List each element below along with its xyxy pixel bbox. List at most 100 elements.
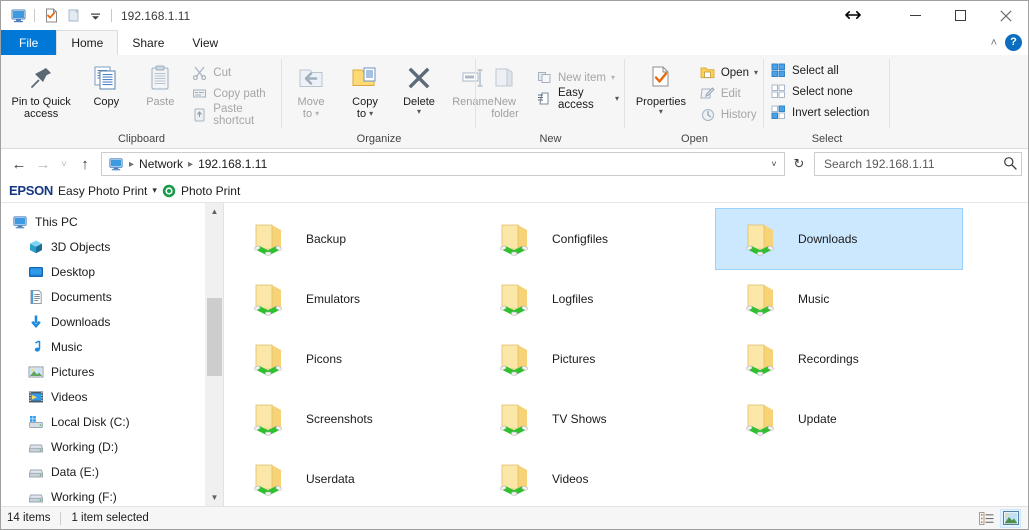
shared-folder-icon <box>246 215 294 263</box>
selection-status-label: 1 item selected <box>71 512 148 524</box>
large-icons-view-button[interactable] <box>1001 510 1020 527</box>
invert-selection-button[interactable]: Invert selection <box>766 102 873 123</box>
copy-path-button: Copy path <box>187 83 280 104</box>
search-icon[interactable] <box>1003 156 1017 173</box>
move-to-label-line1: Move <box>298 96 325 108</box>
sidebar-item-local-disk-c[interactable]: Local Disk (C:) <box>1 409 223 434</box>
sidebar-item-desktop[interactable]: Desktop <box>1 259 223 284</box>
up-button[interactable]: ↑ <box>73 152 97 176</box>
file-item-videos[interactable]: Videos <box>470 449 716 506</box>
file-item-pictures[interactable]: Pictures <box>470 329 716 389</box>
drive-icon <box>27 438 44 455</box>
copy-icon <box>91 61 121 93</box>
file-item-downloads[interactable]: Downloads <box>716 209 962 269</box>
select-none-icon <box>770 83 787 100</box>
close-button[interactable] <box>983 1 1028 30</box>
scroll-down-arrow-icon[interactable]: ▼ <box>206 489 223 506</box>
file-list-pane[interactable]: Backup Configfiles <box>224 203 1028 506</box>
sidebar-label: Data (E:) <box>51 465 99 479</box>
ribbon-group-organize: Move to ▾ Copy <box>282 55 476 148</box>
breadcrumb-separator-2[interactable]: ▸ <box>187 159 194 170</box>
sidebar-item-videos[interactable]: Videos <box>1 384 223 409</box>
file-item-userdata[interactable]: Userdata <box>224 449 470 506</box>
refresh-button[interactable]: ↻ <box>788 153 810 175</box>
forward-button[interactable]: → <box>31 152 55 176</box>
sidebar-item-this-pc[interactable]: This PC <box>1 209 223 234</box>
copy-to-icon <box>350 61 380 93</box>
breadcrumb-item-host[interactable]: 192.168.1.11 <box>194 154 271 174</box>
file-item-music[interactable]: Music <box>716 269 962 329</box>
copy-to-button[interactable]: Copy to ▾ <box>338 59 392 122</box>
copy-button[interactable]: Copy <box>79 59 133 110</box>
select-all-button[interactable]: Select all <box>766 60 873 81</box>
easy-photo-print-button[interactable]: Easy Photo Print <box>58 184 147 198</box>
file-item-update[interactable]: Update <box>716 389 962 449</box>
shared-folder-icon <box>492 215 540 263</box>
new-small-buttons: New item ▾ Easy access ▾ <box>532 59 623 109</box>
file-item-emulators[interactable]: Emulators <box>224 269 470 329</box>
pin-icon <box>26 61 56 93</box>
sidebar-item-documents[interactable]: Documents <box>1 284 223 309</box>
scrollbar-thumb[interactable] <box>207 298 222 376</box>
collapse-ribbon-icon[interactable]: ˄ <box>991 37 997 49</box>
photo-print-button[interactable]: Photo Print <box>181 184 240 198</box>
this-pc-icon[interactable] <box>7 5 29 27</box>
pin-label-line1: Pin to Quick <box>11 96 70 108</box>
sidebar-item-music[interactable]: Music <box>1 334 223 359</box>
minimize-button[interactable] <box>893 1 938 30</box>
back-button[interactable]: ← <box>7 152 31 176</box>
recent-locations-button[interactable]: ˅ <box>55 152 73 176</box>
sidebar-item-pictures[interactable]: Pictures <box>1 359 223 384</box>
sidebar-item-data-e[interactable]: Data (E:) <box>1 459 223 484</box>
tab-file[interactable]: File <box>1 30 56 55</box>
properties-icon[interactable] <box>40 5 62 27</box>
sidebar-item-working-f[interactable]: Working (F:) <box>1 484 223 506</box>
search-input[interactable] <box>822 156 1003 172</box>
file-item-label: Pictures <box>552 352 595 366</box>
tab-share[interactable]: Share <box>118 30 178 55</box>
move-to-label-line2: to <box>303 108 312 120</box>
open-button[interactable]: Open ▾ <box>695 62 762 83</box>
window-title: 192.168.1.11 <box>121 9 190 23</box>
customize-qat-icon[interactable] <box>84 5 106 27</box>
file-item-label: Logfiles <box>552 292 593 306</box>
sidebar-item-downloads[interactable]: Downloads <box>1 309 223 334</box>
file-item-label: Picons <box>306 352 342 366</box>
breadcrumb-chevron-down-icon[interactable]: ˅ <box>766 159 782 169</box>
sidebar-item-working-d[interactable]: Working (D:) <box>1 434 223 459</box>
ribbon-group-select: Select all Select none <box>764 55 890 148</box>
file-item-logfiles[interactable]: Logfiles <box>470 269 716 329</box>
easy-access-button[interactable]: Easy access ▾ <box>532 88 623 109</box>
delete-button[interactable]: Delete ▾ <box>392 59 446 118</box>
properties-button[interactable]: Properties ▾ <box>627 59 695 118</box>
breadcrumb[interactable]: ▸ Network ▸ 192.168.1.11 ˅ <box>101 152 785 176</box>
cut-label: Cut <box>213 67 231 79</box>
shared-folder-icon <box>738 335 786 383</box>
help-icon[interactable]: ? <box>1005 34 1022 51</box>
file-item-tv-shows[interactable]: TV Shows <box>470 389 716 449</box>
details-view-button[interactable] <box>977 510 996 527</box>
file-item-backup[interactable]: Backup <box>224 209 470 269</box>
new-folder-label-line2: folder <box>491 108 519 120</box>
breadcrumb-item-network[interactable]: Network <box>135 154 187 174</box>
easy-access-label: Easy access <box>558 87 610 111</box>
easy-photo-print-chevron-down-icon[interactable]: ▾ <box>152 185 157 196</box>
file-item-recordings[interactable]: Recordings <box>716 329 962 389</box>
file-item-screenshots[interactable]: Screenshots <box>224 389 470 449</box>
file-item-picons[interactable]: Picons <box>224 329 470 389</box>
scroll-up-arrow-icon[interactable]: ▲ <box>206 203 223 220</box>
sidebar-item-3d-objects[interactable]: 3D Objects <box>1 234 223 259</box>
maximize-button[interactable] <box>938 1 983 30</box>
tab-home[interactable]: Home <box>56 30 118 55</box>
pin-to-quick-access-button[interactable]: Pin to Quick access <box>3 59 79 122</box>
breadcrumb-root-icon[interactable] <box>104 154 128 174</box>
photo-print-icon[interactable] <box>162 184 176 198</box>
search-box[interactable] <box>814 152 1022 176</box>
new-folder-icon[interactable] <box>62 5 84 27</box>
breadcrumb-separator-1[interactable]: ▸ <box>128 159 135 170</box>
select-none-button[interactable]: Select none <box>766 81 873 102</box>
organize-group-label: Organize <box>284 130 474 148</box>
navigation-pane-scrollbar[interactable]: ▲ ▼ <box>205 203 223 506</box>
tab-view[interactable]: View <box>178 30 232 55</box>
file-item-configfiles[interactable]: Configfiles <box>470 209 716 269</box>
